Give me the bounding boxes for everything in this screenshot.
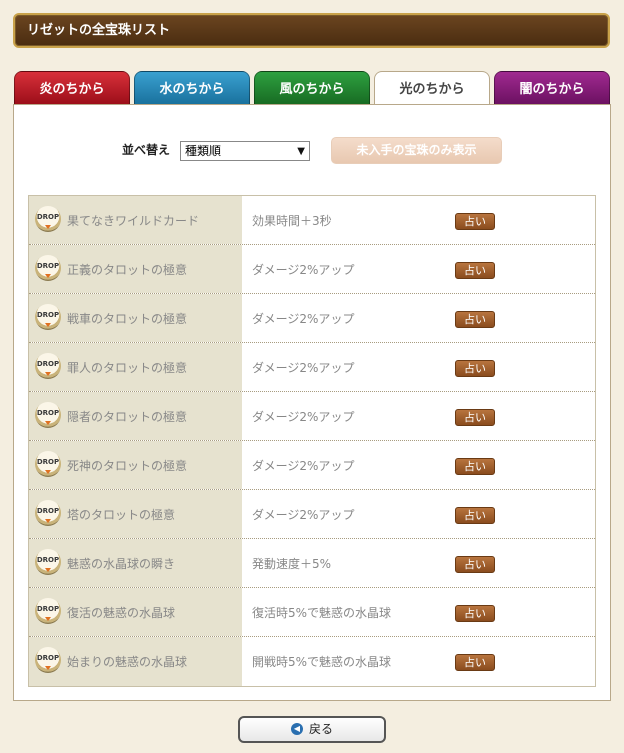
fortune-button[interactable]: 占い bbox=[455, 458, 495, 475]
drop-icon: DROP bbox=[35, 304, 61, 330]
jewel-effect: 復活時5%で魅惑の水晶球 bbox=[252, 606, 392, 620]
chevron-down-icon: ▼ bbox=[297, 146, 305, 157]
drop-badge-label: DROP bbox=[36, 409, 60, 417]
jewel-effect: ダメージ2%アップ bbox=[252, 459, 355, 473]
jewel-name-cell: DROP 復活の魅惑の水晶球 bbox=[29, 588, 242, 636]
back-button-label: 戻る bbox=[308, 722, 333, 736]
drop-badge-label: DROP bbox=[36, 360, 60, 368]
fortune-button[interactable]: 占い bbox=[455, 262, 495, 279]
jewel-name: 罪人のタロットの極意 bbox=[67, 361, 188, 375]
drop-icon: DROP bbox=[35, 500, 61, 526]
drop-arrow-icon bbox=[45, 274, 51, 278]
fortune-button[interactable]: 占い bbox=[455, 360, 495, 377]
tab-light[interactable]: 光のちから bbox=[374, 71, 490, 106]
jewel-name-cell: DROP 罪人のタロットの極意 bbox=[29, 343, 242, 391]
fortune-button[interactable]: 占い bbox=[455, 507, 495, 524]
drop-icon: DROP bbox=[35, 647, 61, 673]
jewel-row: DROP 戦車のタロットの極意 ダメージ2%アップ 占い bbox=[29, 294, 595, 343]
fortune-button[interactable]: 占い bbox=[455, 311, 495, 328]
fortune-button[interactable]: 占い bbox=[455, 605, 495, 622]
back-arrow-icon: ◀ bbox=[290, 722, 303, 735]
jewel-name-cell: DROP 死神のタロットの極意 bbox=[29, 441, 242, 489]
drop-arrow-icon bbox=[45, 323, 51, 327]
fortune-button[interactable]: 占い bbox=[455, 213, 495, 230]
tab-fire[interactable]: 炎のちから bbox=[14, 71, 130, 105]
jewel-row: DROP 塔のタロットの極意 ダメージ2%アップ 占い bbox=[29, 490, 595, 539]
jewel-row: DROP 果てなきワイルドカード 効果時間＋3秒 占い bbox=[29, 196, 595, 245]
drop-icon: DROP bbox=[35, 549, 61, 575]
drop-icon: DROP bbox=[35, 598, 61, 624]
sort-select[interactable]: 種類順 ▼ bbox=[180, 141, 310, 161]
jewel-name-cell: DROP 果てなきワイルドカード bbox=[29, 196, 242, 244]
tab-water[interactable]: 水のちから bbox=[134, 71, 250, 105]
tab-dark[interactable]: 闇のちから bbox=[494, 71, 610, 105]
tab-wind[interactable]: 風のちから bbox=[254, 71, 370, 105]
jewel-name: 復活の魅惑の水晶球 bbox=[67, 606, 176, 620]
jewel-name: 塔のタロットの極意 bbox=[67, 508, 176, 522]
element-tabs: 炎のちから 水のちから 風のちから 光のちから 闇のちから bbox=[14, 71, 611, 106]
fortune-button[interactable]: 占い bbox=[455, 654, 495, 671]
drop-arrow-icon bbox=[45, 225, 51, 229]
drop-badge-label: DROP bbox=[36, 507, 60, 515]
drop-arrow-icon bbox=[45, 372, 51, 376]
drop-icon: DROP bbox=[35, 255, 61, 281]
jewel-name: 始まりの魅惑の水晶球 bbox=[67, 655, 188, 669]
drop-badge-label: DROP bbox=[36, 556, 60, 564]
fortune-button[interactable]: 占い bbox=[455, 556, 495, 573]
drop-arrow-icon bbox=[45, 617, 51, 621]
drop-badge-label: DROP bbox=[36, 605, 60, 613]
jewel-row: DROP 死神のタロットの極意 ダメージ2%アップ 占い bbox=[29, 441, 595, 490]
jewel-name: 隠者のタロットの極意 bbox=[67, 410, 188, 424]
jewel-effect: ダメージ2%アップ bbox=[252, 263, 355, 277]
jewel-table: DROP 果てなきワイルドカード 効果時間＋3秒 占い DROP 正義のタロットの極意 ダメ… bbox=[28, 195, 596, 687]
jewel-effect: ダメージ2%アップ bbox=[252, 361, 355, 375]
jewel-name: 果てなきワイルドカード bbox=[67, 214, 200, 228]
jewel-name: 死神のタロットの極意 bbox=[67, 459, 188, 473]
jewel-effect: 効果時間＋3秒 bbox=[252, 214, 332, 228]
jewel-effect: ダメージ2%アップ bbox=[252, 508, 355, 522]
drop-badge-label: DROP bbox=[36, 654, 60, 662]
jewel-effect: 発動速度＋5% bbox=[252, 557, 332, 571]
jewel-row: DROP 罪人のタロットの極意 ダメージ2%アップ 占い bbox=[29, 343, 595, 392]
drop-icon: DROP bbox=[35, 402, 61, 428]
jewel-effect: 開戦時5%で魅惑の水晶球 bbox=[252, 655, 392, 669]
jewel-name: 魅惑の水晶球の瞬き bbox=[67, 557, 176, 571]
jewel-row: DROP 魅惑の水晶球の瞬き 発動速度＋5% 占い bbox=[29, 539, 595, 588]
jewel-name-cell: DROP 隠者のタロットの極意 bbox=[29, 392, 242, 440]
jewel-row: DROP 正義のタロットの極意 ダメージ2%アップ 占い bbox=[29, 245, 595, 294]
drop-arrow-icon bbox=[45, 568, 51, 572]
sort-select-value: 種類順 bbox=[185, 144, 222, 158]
drop-icon: DROP bbox=[35, 206, 61, 232]
jewel-row: DROP 始まりの魅惑の水晶球 開戦時5%で魅惑の水晶球 占い bbox=[29, 637, 595, 686]
drop-badge-label: DROP bbox=[36, 262, 60, 270]
jewel-effect: ダメージ2%アップ bbox=[252, 410, 355, 424]
jewel-name-cell: DROP 戦車のタロットの極意 bbox=[29, 294, 242, 342]
jewel-list-panel: 並べ替え 種類順 ▼ 未入手の宝珠のみ表示 DROP 果てなきワイルドカード 効果時… bbox=[13, 104, 611, 701]
drop-arrow-icon bbox=[45, 470, 51, 474]
drop-badge-label: DROP bbox=[36, 213, 60, 221]
jewel-name-cell: DROP 始まりの魅惑の水晶球 bbox=[29, 637, 242, 686]
drop-arrow-icon bbox=[45, 421, 51, 425]
drop-badge-label: DROP bbox=[36, 458, 60, 466]
drop-badge-label: DROP bbox=[36, 311, 60, 319]
unobtained-filter-button[interactable]: 未入手の宝珠のみ表示 bbox=[331, 137, 502, 164]
jewel-name: 戦車のタロットの極意 bbox=[67, 312, 188, 326]
drop-icon: DROP bbox=[35, 451, 61, 477]
jewel-row: DROP 隠者のタロットの極意 ダメージ2%アップ 占い bbox=[29, 392, 595, 441]
fortune-button[interactable]: 占い bbox=[455, 409, 495, 426]
jewel-name: 正義のタロットの極意 bbox=[67, 263, 188, 277]
drop-arrow-icon bbox=[45, 519, 51, 523]
jewel-name-cell: DROP 魅惑の水晶球の瞬き bbox=[29, 539, 242, 587]
jewel-row: DROP 復活の魅惑の水晶球 復活時5%で魅惑の水晶球 占い bbox=[29, 588, 595, 637]
jewel-name-cell: DROP 塔のタロットの極意 bbox=[29, 490, 242, 538]
drop-icon: DROP bbox=[35, 353, 61, 379]
jewel-effect: ダメージ2%アップ bbox=[252, 312, 355, 326]
drop-arrow-icon bbox=[45, 666, 51, 670]
back-button[interactable]: ◀ 戻る bbox=[238, 716, 386, 743]
sort-label: 並べ替え bbox=[122, 143, 171, 157]
jewel-name-cell: DROP 正義のタロットの極意 bbox=[29, 245, 242, 293]
page-title: リゼットの全宝珠リスト bbox=[13, 13, 610, 48]
